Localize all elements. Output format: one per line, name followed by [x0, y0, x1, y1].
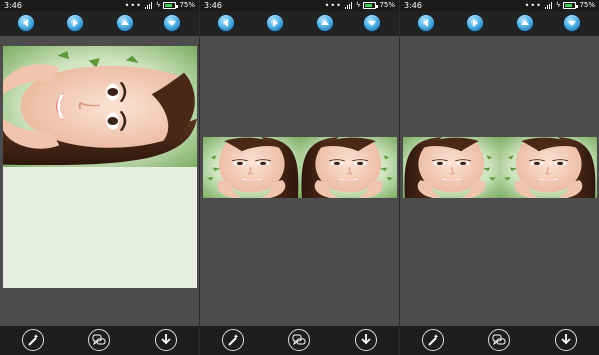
status-time: 3:46: [204, 1, 222, 10]
screen-3: 3:46 ••• ϟ 75%: [400, 0, 599, 355]
notification-dots-icon: •••: [324, 0, 342, 10]
arrow-down-icon[interactable]: [563, 14, 581, 32]
chat-bubbles-icon[interactable]: [88, 329, 110, 351]
battery-percent: 75%: [179, 1, 195, 9]
arrow-up-icon[interactable]: [116, 14, 134, 32]
magic-wand-icon[interactable]: [222, 329, 244, 351]
screen-2: 3:46 ••• ϟ 75%: [200, 0, 399, 355]
magic-wand-icon[interactable]: [22, 329, 44, 351]
signal-icon: [144, 2, 153, 9]
arrow-left-icon[interactable]: [17, 14, 35, 32]
top-toolbar: [200, 11, 399, 36]
chat-bubbles-icon[interactable]: [488, 329, 510, 351]
charging-icon: ϟ: [355, 1, 361, 9]
bottom-toolbar: [0, 326, 199, 355]
magic-wand-icon[interactable]: [422, 329, 444, 351]
top-toolbar: [400, 11, 599, 36]
status-bar: 3:46 ••• ϟ 75%: [400, 0, 599, 11]
status-time: 3:46: [404, 1, 422, 10]
status-bar: 3:46 ••• ϟ 75%: [0, 0, 199, 11]
arrow-left-icon[interactable]: [217, 14, 235, 32]
status-time: 3:46: [4, 1, 22, 10]
download-icon[interactable]: [155, 329, 177, 351]
signal-icon: [544, 2, 553, 9]
battery-icon: [163, 2, 179, 9]
screen-1: 3:46 ••• ϟ 75%: [0, 0, 199, 355]
signal-icon: [344, 2, 353, 9]
battery-percent: 75%: [379, 1, 395, 9]
top-toolbar: [0, 11, 199, 36]
arrow-up-icon[interactable]: [316, 14, 334, 32]
arrow-up-icon[interactable]: [516, 14, 534, 32]
arrow-right-icon[interactable]: [66, 14, 84, 32]
status-bar: 3:46 ••• ϟ 75%: [200, 0, 399, 11]
download-icon[interactable]: [355, 329, 377, 351]
arrow-right-icon[interactable]: [266, 14, 284, 32]
bottom-toolbar: [400, 326, 599, 355]
battery-icon: [363, 2, 379, 9]
bottom-toolbar: [200, 326, 399, 355]
download-icon[interactable]: [555, 329, 577, 351]
mirrored-photo: [203, 137, 397, 198]
arrow-left-icon[interactable]: [417, 14, 435, 32]
arrow-right-icon[interactable]: [466, 14, 484, 32]
chat-bubbles-icon[interactable]: [288, 329, 310, 351]
mirrored-photo: [3, 46, 197, 288]
charging-icon: ϟ: [555, 1, 561, 9]
arrow-down-icon[interactable]: [163, 14, 181, 32]
arrow-down-icon[interactable]: [363, 14, 381, 32]
battery-percent: 75%: [579, 1, 595, 9]
notification-dots-icon: •••: [524, 0, 542, 10]
mirrored-photo: [403, 137, 597, 198]
charging-icon: ϟ: [155, 1, 161, 9]
battery-icon: [563, 2, 579, 9]
notification-dots-icon: •••: [124, 0, 142, 10]
